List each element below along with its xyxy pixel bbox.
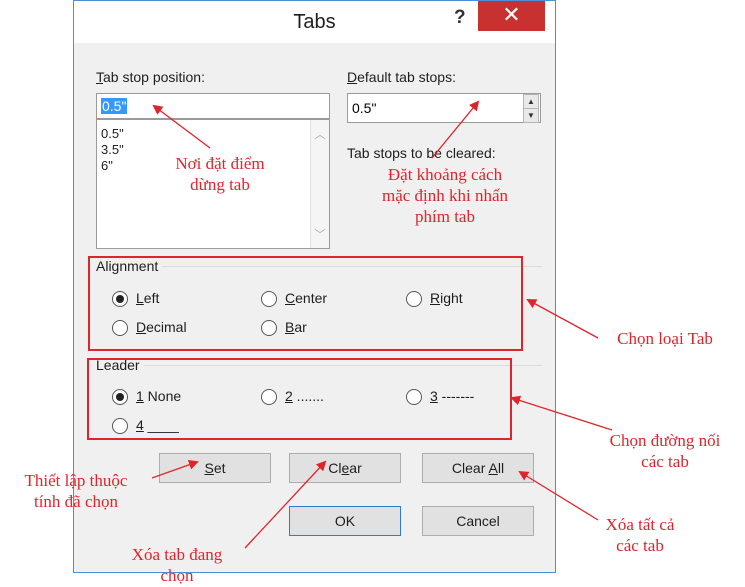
arrow-clear-all <box>518 470 599 521</box>
arrow-default-stops <box>431 100 480 159</box>
annotation-clear-all: Xóa tất cả các tab <box>605 515 675 555</box>
arrow-clear <box>244 460 327 549</box>
annotation-default-stops: Đặt khoảng cách mặc định khi nhấn phím tab <box>381 165 509 226</box>
annotation-set: Thiết lập thuộc tính đã chọn <box>24 471 128 511</box>
arrow-leader <box>510 395 613 431</box>
arrow-set <box>151 459 199 479</box>
arrow-tab-position <box>152 104 211 149</box>
annotation-clear: Xóa tab đang chọn <box>131 545 223 585</box>
annotation-leader: Chọn đường nối các tab <box>609 431 721 471</box>
annotation-tab-position: Nơi đặt điểm dừng tab <box>175 154 265 194</box>
annotation-alignment: Chọn loại Tab <box>617 329 713 348</box>
